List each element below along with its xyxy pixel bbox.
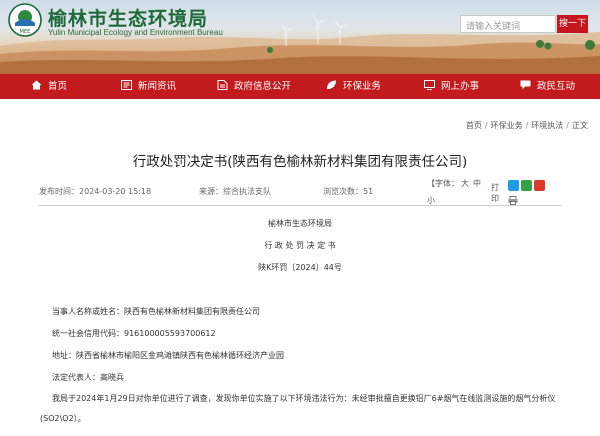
- breadcrumb-separator: /: [566, 121, 569, 130]
- share-plus-icon[interactable]: [508, 180, 519, 191]
- nav-label: 网上办事: [441, 81, 480, 92]
- font-size-large[interactable]: 大: [461, 179, 469, 188]
- breadcrumb-env-business[interactable]: 环保业务: [491, 121, 523, 130]
- nav-label: 新闻资讯: [138, 81, 177, 92]
- article-source: 来源：综合执法支队: [199, 187, 271, 196]
- search-input[interactable]: 请输入关键词: [460, 15, 556, 33]
- site-title: 榆林市生态环境局: [48, 8, 209, 30]
- home-icon: [31, 80, 42, 90]
- nav-label: 政府信息公开: [234, 81, 292, 92]
- document-type: 行 政 处 罚 决 定 书: [264, 241, 336, 250]
- breadcrumb-separator: /: [525, 121, 529, 130]
- body-paragraph-line1: 我局于2024年1月29日对你单位进行了调查，发现你单位实施了以下环境违法行为：…: [52, 394, 556, 403]
- bureau-logo: MEE: [8, 3, 42, 37]
- breadcrumb: 首页 / 环保业务 / 环境执法 / 正文: [466, 120, 588, 131]
- credit-code: 统一社会信用代码：916100005593700612: [52, 329, 216, 338]
- view-count: 浏览次数：51: [323, 187, 374, 196]
- party-name: 当事人名称或姓名：陕西有色榆林新材料集团有限责任公司: [52, 307, 260, 316]
- nav-item-info-disclosure[interactable]: 政府信息公开: [217, 74, 291, 99]
- share-icons: [508, 176, 547, 195]
- nav-item-home[interactable]: 首页: [31, 74, 67, 99]
- legal-representative: 法定代表人：高晓兵: [52, 373, 124, 382]
- nav-label: 首页: [48, 81, 68, 92]
- body-paragraph-line2: (SO2\O2）。: [40, 414, 86, 423]
- address: 地址：陕西省榆林市榆阳区金鸡滩镇陕西有色榆林循环经济产业园: [52, 351, 284, 360]
- breadcrumb-current: 正文: [572, 121, 588, 130]
- main-nav: 首页 新闻资讯 政府信息公开 环保业务 网上办事 政民互动: [0, 74, 600, 99]
- logo-text: MEE: [20, 29, 31, 35]
- share-wechat-icon[interactable]: [521, 180, 532, 191]
- document-number: 陕K环罚〔2024〕44号: [258, 263, 342, 272]
- news-icon: [121, 80, 132, 90]
- nav-item-news[interactable]: 新闻资讯: [121, 74, 176, 99]
- nav-label: 政民互动: [537, 81, 576, 92]
- article-title: 行政处罚决定书(陕西有色榆林新材料集团有限责任公司): [132, 154, 468, 170]
- site-banner: MEE 榆林市生态环境局 Yulin Municipal Ecology and…: [0, 0, 600, 74]
- chat-icon: [520, 80, 531, 90]
- breadcrumb-enforcement[interactable]: 环境执法: [531, 121, 563, 130]
- breadcrumb-home[interactable]: 首页: [466, 121, 482, 130]
- site-subtitle: Yulin Municipal Ecology and Environment …: [48, 28, 223, 37]
- nav-label: 环保业务: [343, 81, 382, 92]
- nav-item-env-business[interactable]: 环保业务: [326, 74, 381, 99]
- document-icon: [217, 80, 228, 90]
- nav-item-interaction[interactable]: 政民互动: [520, 74, 575, 99]
- font-size-small[interactable]: 小: [427, 196, 435, 205]
- monitor-icon: [424, 80, 435, 90]
- issuer: 榆林市生态环境局: [268, 219, 332, 228]
- breadcrumb-separator: /: [484, 121, 488, 130]
- search-button[interactable]: 搜一下: [557, 15, 588, 33]
- share-weibo-icon[interactable]: [534, 180, 545, 191]
- printer-icon[interactable]: [508, 196, 518, 205]
- article-divider: [39, 205, 561, 206]
- font-size-medium[interactable]: 中: [473, 179, 481, 188]
- nav-item-online-service[interactable]: 网上办事: [424, 74, 479, 99]
- font-size-label: 【字体：: [427, 179, 459, 188]
- publish-time: 发布时间：2024-03-20 15:18: [39, 187, 152, 196]
- print-link[interactable]: 打印: [491, 182, 499, 204]
- leaf-icon: [327, 80, 336, 90]
